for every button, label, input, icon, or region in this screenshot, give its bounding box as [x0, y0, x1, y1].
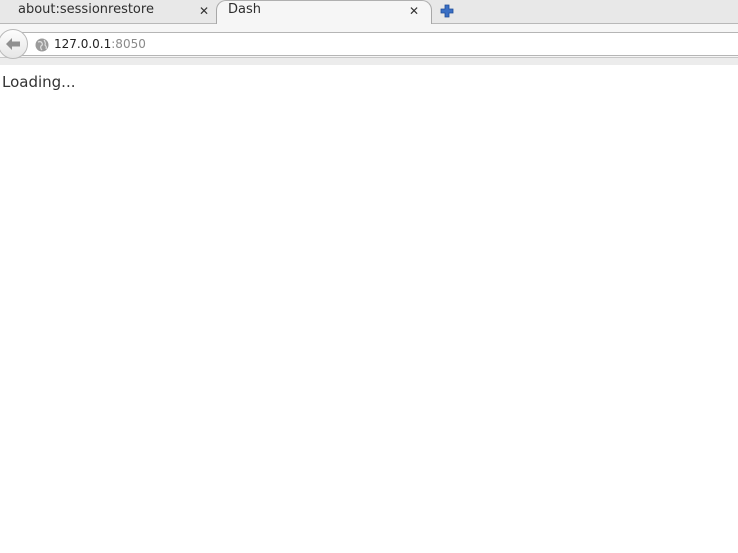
globe-icon [35, 37, 49, 52]
plus-icon[interactable] [440, 3, 454, 18]
page-content: Loading... [0, 65, 738, 553]
tab-label: Dash [228, 2, 261, 17]
tab-strip: about:sessionrestore ✕ Dash ✕ [0, 0, 738, 24]
tab-dash[interactable]: Dash ✕ [216, 0, 432, 24]
url-text[interactable]: 127.0.0.1:8050 [54, 36, 146, 52]
loading-text: Loading... [2, 73, 76, 91]
back-arrow-icon [6, 38, 20, 50]
tab-sessionrestore[interactable]: about:sessionrestore ✕ [0, 0, 216, 23]
url-host: 127.0.0.1 [54, 37, 112, 51]
close-icon[interactable]: ✕ [407, 4, 421, 18]
browser-window: about:sessionrestore ✕ Dash ✕ 127.0.0.1:… [0, 0, 738, 553]
url-bar[interactable]: 127.0.0.1:8050 [14, 32, 738, 56]
toolbar-divider [0, 57, 738, 65]
tab-label: about:sessionrestore [18, 2, 154, 17]
close-icon[interactable]: ✕ [197, 4, 211, 18]
url-port: :8050 [111, 37, 146, 51]
